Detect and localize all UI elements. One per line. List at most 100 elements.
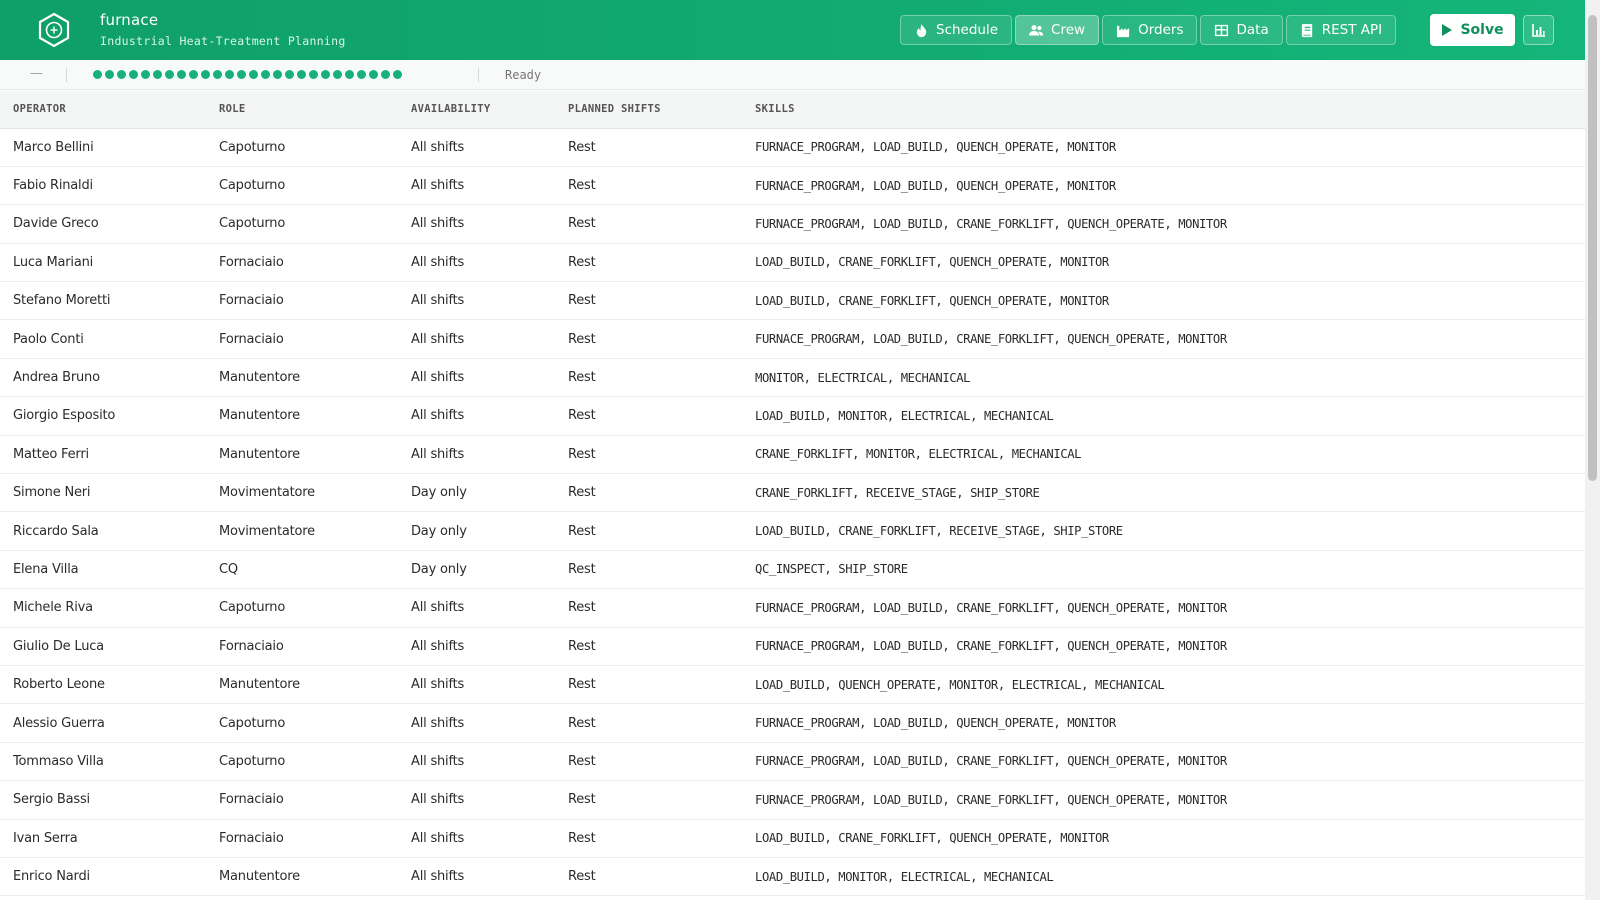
- cell-role: Manutentore: [219, 370, 300, 386]
- cell-operator-name: Giulio De Luca: [13, 638, 104, 654]
- cell-skills: LOAD_BUILD, CRANE_FORKLIFT, QUENCH_OPERA…: [755, 293, 1109, 308]
- furnace-logo-icon: [38, 12, 70, 48]
- cell-role: Movimentatore: [219, 523, 315, 539]
- column-header-role[interactable]: ROLE: [206, 91, 398, 129]
- cell-planned-shifts: Rest: [568, 638, 596, 654]
- column-header-availability[interactable]: AVAILABILITY: [398, 91, 555, 129]
- table-row[interactable]: Andrea Bruno Manutentore All shifts Rest MON…: [0, 358, 1585, 397]
- progress-dot: [333, 70, 342, 79]
- cell-planned-shifts: Rest: [568, 600, 596, 616]
- cell-availability: All shifts: [411, 600, 465, 616]
- cell-planned-shifts: Rest: [568, 677, 596, 693]
- cell-role: Fornaciaio: [219, 293, 284, 309]
- table-row[interactable]: Giorgio Esposito Manutentore All shifts Res…: [0, 397, 1585, 436]
- cell-skills: FURNACE_PROGRAM, LOAD_BUILD, CRANE_FORKL…: [755, 639, 1227, 654]
- cell-operator-name: Simone Neri: [13, 485, 91, 501]
- chart-icon: [1531, 24, 1545, 37]
- cell-operator-name: Matteo Ferri: [13, 446, 89, 462]
- table-row[interactable]: Davide Greco Capoturno All shifts Rest FURNA…: [0, 205, 1585, 244]
- cell-role: Capoturno: [219, 600, 286, 616]
- cell-planned-shifts: Rest: [568, 561, 596, 577]
- progress-dot: [381, 70, 390, 79]
- table-row[interactable]: Ivan Serra Fornaciaio All shifts Rest LOAD_B…: [0, 819, 1585, 858]
- cell-skills: FURNACE_PROGRAM, LOAD_BUILD, QUENCH_OPER…: [755, 140, 1116, 155]
- cell-operator-name: Davide Greco: [13, 216, 99, 232]
- table-row[interactable]: Paolo Conti Fornaciaio All shifts Rest FURNA…: [0, 320, 1585, 359]
- cell-skills: FURNACE_PROGRAM, LOAD_BUILD, CRANE_FORKL…: [755, 332, 1227, 347]
- cell-skills: FURNACE_PROGRAM, LOAD_BUILD, CRANE_FORKL…: [755, 754, 1227, 769]
- cell-planned-shifts: Rest: [568, 216, 596, 232]
- progress-dot: [273, 70, 282, 79]
- factory-icon: [1117, 25, 1130, 37]
- cell-availability: All shifts: [411, 178, 465, 194]
- column-header-operator[interactable]: OPERATOR: [0, 91, 206, 129]
- table-row[interactable]: Simone Neri Movimentatore Day only Rest CRAN…: [0, 474, 1585, 512]
- scrollbar-thumb[interactable]: [1588, 15, 1597, 481]
- cell-availability: Day only: [411, 561, 467, 577]
- cell-skills: LOAD_BUILD, MONITOR, ELECTRICAL, MECHANI…: [755, 408, 1054, 423]
- analytics-button[interactable]: [1523, 15, 1554, 45]
- tab-crew[interactable]: Crew: [1015, 15, 1100, 45]
- progress-dot: [141, 70, 150, 79]
- book-icon: [1301, 23, 1312, 37]
- cell-operator-name: Riccardo Sala: [13, 523, 99, 539]
- progress-dot: [357, 70, 366, 79]
- progress-dot: [261, 70, 270, 79]
- table-row[interactable]: Stefano Moretti Fornaciaio All shifts Rest L…: [0, 282, 1585, 320]
- tab-rest-api[interactable]: REST API: [1285, 15, 1397, 45]
- table-row[interactable]: Tommaso Villa Capoturno All shifts Rest FURN…: [0, 742, 1585, 781]
- table-row[interactable]: Matteo Ferri Manutentore All shifts Rest CRA…: [0, 435, 1585, 474]
- table-row[interactable]: Sergio Bassi Fornaciaio All shifts Rest FURN…: [0, 781, 1585, 820]
- app-subtitle: Industrial Heat-Treatment Planning: [100, 34, 346, 48]
- table-row[interactable]: Marco Bellini Capoturno All shifts Rest FURN…: [0, 128, 1585, 167]
- table-row[interactable]: Giulio De Luca Fornaciaio All shifts Rest FU…: [0, 627, 1585, 666]
- tab-schedule-label: Schedule: [936, 22, 999, 38]
- table-row[interactable]: Michele Riva Capoturno All shifts Rest FURNA…: [0, 589, 1585, 628]
- tab-data-label: Data: [1236, 22, 1269, 38]
- progress-dot: [213, 70, 222, 79]
- cell-availability: All shifts: [411, 254, 465, 270]
- progress-dot: [297, 70, 306, 79]
- tab-schedule[interactable]: Schedule: [900, 15, 1013, 45]
- cell-role: Manutentore: [219, 869, 300, 885]
- tab-rest-api-label: REST API: [1321, 22, 1383, 38]
- cell-availability: All shifts: [411, 677, 465, 693]
- progress-dot: [93, 70, 102, 79]
- table-row[interactable]: Luca Mariani Fornaciaio All shifts Rest LOAD…: [0, 243, 1585, 282]
- cell-skills: MONITOR, ELECTRICAL, MECHANICAL: [755, 370, 971, 385]
- cell-availability: All shifts: [411, 293, 465, 309]
- table-row[interactable]: Enrico Nardi Manutentore All shifts Rest LOA…: [0, 857, 1585, 896]
- solve-button[interactable]: Solve: [1430, 14, 1515, 46]
- cell-skills: FURNACE_PROGRAM, LOAD_BUILD, QUENCH_OPER…: [755, 716, 1116, 731]
- cell-planned-shifts: Rest: [568, 485, 596, 501]
- column-header-skills[interactable]: SKILLS: [742, 91, 1585, 129]
- table-row[interactable]: Alessio Guerra Capoturno All shifts Rest FUR…: [0, 704, 1585, 743]
- cell-role: CQ: [219, 561, 238, 577]
- cell-role: Fornaciaio: [219, 331, 284, 347]
- cell-availability: All shifts: [411, 715, 465, 731]
- cell-skills: LOAD_BUILD, MONITOR, ELECTRICAL, MECHANI…: [755, 869, 1054, 884]
- cell-role: Fornaciaio: [219, 830, 284, 846]
- column-header-planned-shifts[interactable]: PLANNED SHIFTS: [555, 91, 742, 129]
- tab-crew-label: Crew: [1051, 22, 1086, 38]
- cell-role: Fornaciaio: [219, 638, 284, 654]
- cell-role: Capoturno: [219, 178, 286, 194]
- score-value: —: [30, 66, 43, 81]
- cell-availability: All shifts: [411, 370, 465, 386]
- tab-data[interactable]: Data: [1200, 15, 1283, 45]
- cell-operator-name: Paolo Conti: [13, 331, 84, 347]
- cell-operator-name: Marco Bellini: [13, 139, 94, 155]
- cell-availability: All shifts: [411, 408, 465, 424]
- cell-operator-name: Sergio Bassi: [13, 792, 90, 808]
- table-row[interactable]: Elena Villa CQ Day only Rest QC_INSPECT, SHI…: [0, 550, 1585, 589]
- crew-table-container: OPERATOR ROLE AVAILABILITY PLANNED SHIFT…: [0, 91, 1585, 900]
- cell-role: Manutentore: [219, 408, 300, 424]
- progress-dot: [321, 70, 330, 79]
- table-row[interactable]: Roberto Leone Manutentore All shifts Rest LO…: [0, 665, 1585, 704]
- tab-orders[interactable]: Orders: [1102, 15, 1198, 45]
- table-row[interactable]: Fabio Rinaldi Capoturno All shifts Rest FURN…: [0, 166, 1585, 205]
- table-row[interactable]: Riccardo Sala Movimentatore Day only Rest LO…: [0, 512, 1585, 551]
- solver-status: Ready: [505, 68, 542, 82]
- main-nav: Schedule Crew Orders Data REST API: [900, 15, 1397, 45]
- cell-role: Manutentore: [219, 677, 300, 693]
